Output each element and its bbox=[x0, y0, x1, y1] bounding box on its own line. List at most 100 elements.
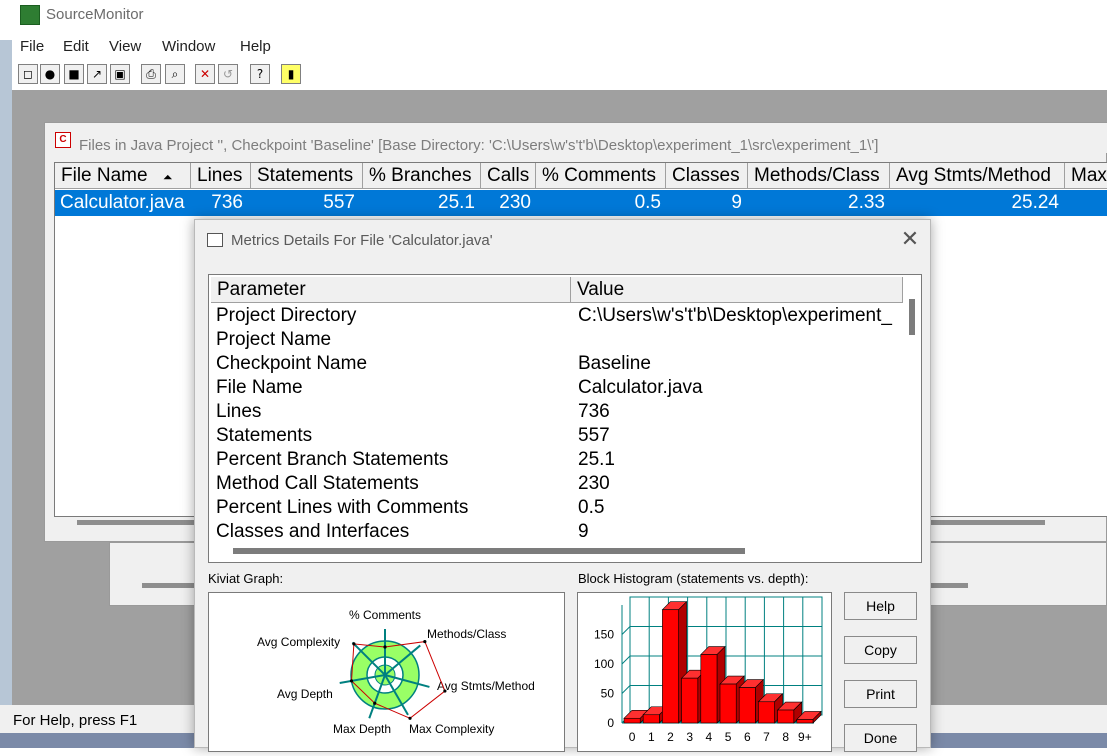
histogram-x-tick: 9+ bbox=[798, 730, 812, 744]
metric-value[interactable]: C:\Users\w's't'b\Desktop\experiment_ bbox=[578, 305, 903, 327]
delete-icon[interactable]: ✕ bbox=[195, 64, 215, 84]
preview-icon[interactable]: ⌕ bbox=[165, 64, 185, 84]
histogram-bar bbox=[777, 709, 795, 724]
metric-value[interactable]: 230 bbox=[578, 473, 903, 495]
kiviat-label: Kiviat Graph: bbox=[208, 571, 284, 586]
print-button[interactable]: Print bbox=[844, 680, 917, 708]
desktop-left-strip bbox=[0, 40, 12, 748]
cell-file-name[interactable]: Calculator.java bbox=[60, 190, 200, 216]
block-histogram: 0 50 100 150 0 1 2 3 4 5 6 7 8 9+ bbox=[577, 592, 832, 752]
metric-value[interactable]: 9 bbox=[578, 521, 903, 543]
help-icon[interactable]: ? bbox=[250, 64, 270, 84]
metrics-details-dialog: Metrics Details For File 'Calculator.jav… bbox=[194, 219, 931, 752]
checkpoint-icon[interactable]: ■ bbox=[64, 64, 84, 84]
files-horizontal-scrollbar[interactable] bbox=[77, 520, 207, 525]
copy-button[interactable]: Copy bbox=[844, 636, 917, 664]
close-icon[interactable]: ✕ bbox=[899, 228, 921, 250]
column-header-file-name[interactable]: File Name ⏶ bbox=[55, 163, 191, 189]
histogram-grid-line bbox=[621, 685, 631, 694]
cell-calls[interactable]: 230 bbox=[481, 190, 531, 216]
menu-help[interactable]: Help bbox=[240, 38, 271, 55]
files-horizontal-scrollbar-right[interactable] bbox=[931, 520, 1045, 525]
dialog-icon bbox=[207, 233, 223, 247]
histogram-svg: 0501001500 1 2 3 4 5 6 7 8 9+ bbox=[594, 596, 823, 744]
files-window-title: Files in Java Project '', Checkpoint 'Ba… bbox=[79, 137, 879, 154]
column-header-parameter[interactable]: Parameter bbox=[211, 277, 571, 303]
app-title: SourceMonitor bbox=[46, 6, 144, 23]
kiviat-graph: % Comments Methods/Class Avg Stmts/Method M… bbox=[208, 592, 565, 752]
cell-branches[interactable]: 25.1 bbox=[363, 190, 475, 216]
cell-classes[interactable]: 9 bbox=[666, 190, 742, 216]
column-header-comments[interactable]: % Comments bbox=[536, 163, 666, 189]
menu-edit[interactable]: Edit bbox=[63, 38, 89, 55]
cell-methods-class[interactable]: 2.33 bbox=[748, 190, 885, 216]
cell-lines[interactable]: 736 bbox=[191, 190, 243, 216]
column-header-branches[interactable]: % Branches bbox=[363, 163, 481, 189]
metric-name[interactable]: Statements bbox=[216, 425, 312, 447]
pin-icon[interactable]: ▮ bbox=[281, 64, 301, 84]
kiviat-point bbox=[423, 639, 427, 644]
metric-name[interactable]: Percent Lines with Comments bbox=[216, 497, 468, 519]
column-header-calls[interactable]: Calls bbox=[481, 163, 536, 189]
metric-name[interactable]: Method Call Statements bbox=[216, 473, 419, 495]
metric-name[interactable]: Lines bbox=[216, 401, 261, 423]
histogram-x-tick: 2 bbox=[667, 730, 674, 744]
kiviat-point bbox=[408, 716, 412, 720]
save-icon[interactable]: ▣ bbox=[110, 64, 130, 84]
metrics-vertical-scrollbar[interactable] bbox=[909, 299, 915, 335]
metrics-horizontal-scrollbar[interactable] bbox=[233, 548, 745, 554]
histogram-grid-line bbox=[621, 655, 631, 665]
metric-value[interactable]: 736 bbox=[578, 401, 903, 423]
cell-statements[interactable]: 557 bbox=[251, 190, 355, 216]
column-header-classes[interactable]: Classes bbox=[666, 163, 748, 189]
column-header-avg-stmts[interactable]: Avg Stmts/Method bbox=[890, 163, 1065, 189]
menu-window[interactable]: Window bbox=[162, 38, 215, 55]
column-header-max[interactable]: Max bbox=[1065, 163, 1107, 189]
metric-name[interactable]: Project Name bbox=[216, 329, 331, 351]
column-header-statements[interactable]: Statements bbox=[251, 163, 363, 189]
menu-file[interactable]: File bbox=[20, 38, 44, 55]
metric-value[interactable]: 0.5 bbox=[578, 497, 903, 519]
metric-value[interactable]: Baseline bbox=[578, 353, 903, 375]
column-header-lines[interactable]: Lines bbox=[191, 163, 251, 189]
histogram-bar bbox=[719, 683, 737, 724]
cell-comments[interactable]: 0.5 bbox=[536, 190, 661, 216]
column-header-methods-class[interactable]: Methods/Class bbox=[748, 163, 890, 189]
metric-name[interactable]: Percent Branch Statements bbox=[216, 449, 448, 471]
kiviat-point bbox=[352, 642, 356, 646]
help-button[interactable]: Help bbox=[844, 592, 917, 620]
metric-name[interactable]: File Name bbox=[216, 377, 303, 399]
kiviat-axis-label: % Comments bbox=[349, 608, 421, 622]
metric-value[interactable]: 25.1 bbox=[578, 449, 903, 471]
open-icon[interactable]: ↗ bbox=[87, 64, 107, 84]
record-icon[interactable]: ● bbox=[40, 64, 60, 84]
column-header-value[interactable]: Value bbox=[571, 277, 903, 303]
histogram-y-tick: 0 bbox=[607, 716, 614, 730]
metric-value[interactable]: 557 bbox=[578, 425, 903, 447]
kiviat-svg: % Comments Methods/Class Avg Stmts/Method M… bbox=[257, 608, 535, 736]
kiviat-point bbox=[349, 679, 354, 683]
histogram-bar bbox=[796, 719, 814, 724]
metric-name[interactable]: Checkpoint Name bbox=[216, 353, 367, 375]
background-window-scrollbar-right[interactable] bbox=[928, 583, 968, 588]
histogram-grid-line bbox=[621, 626, 631, 635]
new-icon[interactable]: ◻ bbox=[18, 64, 38, 84]
menu-view[interactable]: View bbox=[109, 38, 141, 55]
app-icon bbox=[20, 5, 40, 25]
histogram-x-tick: 7 bbox=[763, 730, 770, 744]
kiviat-axis-label: Max Complexity bbox=[409, 722, 494, 736]
metric-name[interactable]: Classes and Interfaces bbox=[216, 521, 409, 543]
undo-icon[interactable]: ↺ bbox=[218, 64, 238, 84]
print-icon[interactable]: ⎙ bbox=[141, 64, 161, 84]
histogram-bar bbox=[623, 717, 641, 724]
metric-value[interactable]: Calculator.java bbox=[578, 377, 903, 399]
histogram-bar bbox=[700, 654, 718, 724]
metric-name[interactable]: Project Directory bbox=[216, 305, 356, 327]
histogram-y-tick: 100 bbox=[594, 657, 614, 671]
background-window-scrollbar[interactable] bbox=[142, 583, 202, 588]
cell-avg-stmts[interactable]: 25.24 bbox=[890, 190, 1059, 216]
histogram-x-tick: 3 bbox=[686, 730, 693, 744]
metrics-list[interactable]: Parameter Value Project Directory C:\User… bbox=[208, 274, 922, 563]
menu-bar: File Edit View Window Help bbox=[0, 33, 1107, 59]
histogram-y-tick: 150 bbox=[594, 628, 614, 642]
